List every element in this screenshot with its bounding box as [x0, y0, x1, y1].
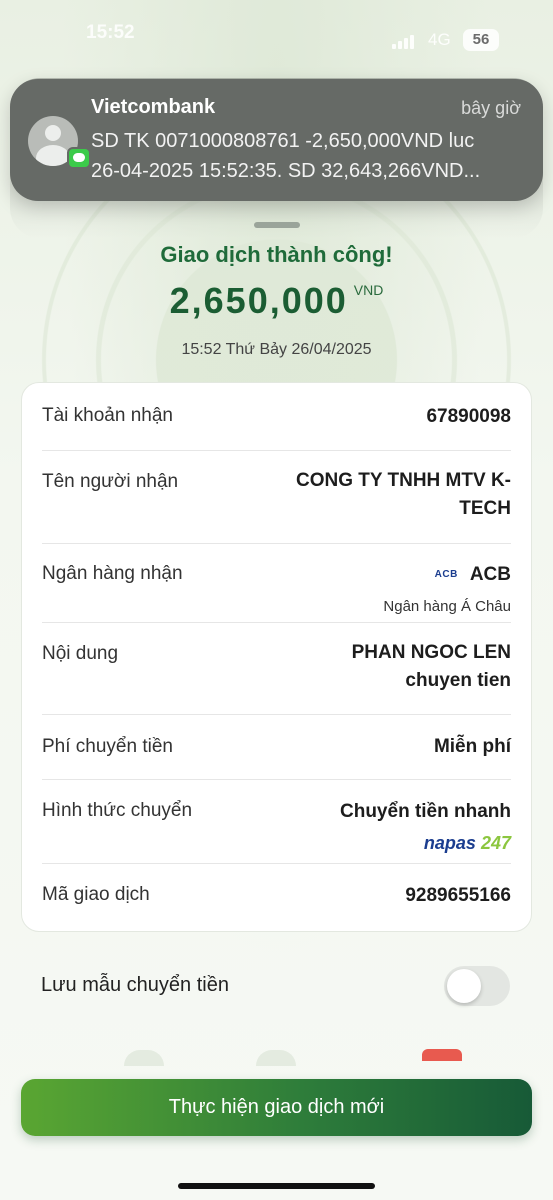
battery-icon: 56	[463, 29, 499, 51]
content-label: Nội dung	[42, 643, 119, 664]
content-line-1: PHAN NGOC LEN	[351, 642, 511, 663]
content-value: PHAN NGOC LEN chuyen tien	[352, 639, 511, 695]
amount-currency: VND	[353, 282, 384, 298]
signal-icon	[392, 33, 416, 49]
new-transaction-button[interactable]: Thực hiện giao dịch mới	[21, 1079, 532, 1136]
transaction-id-label: Mã giao dịch	[42, 884, 150, 905]
napas-logo-num: 247	[480, 833, 511, 853]
save-template-label: Lưu mẫu chuyển tiền	[41, 974, 229, 996]
row-recipient: Tên người nhận CONG TY TNHH MTV K- TECH	[42, 451, 511, 544]
notification-title: Vietcombank	[91, 96, 216, 118]
amount-value: 2,650,000	[169, 280, 348, 321]
sheet-handle[interactable]	[254, 222, 300, 228]
notification-line-2: 26-04-2025 15:52:35. SD 32,643,266VND...	[91, 160, 481, 182]
row-content: Nội dung PHAN NGOC LEN chuyen tien	[42, 623, 511, 715]
status-bar: 15:52 4G 56	[0, 0, 553, 70]
row-bank: Ngân hàng nhận ACB ACB Ngân hàng Á Châu	[42, 544, 511, 623]
row-account: Tài khoản nhận 67890098	[42, 383, 511, 451]
content-line-2: chuyen tien	[405, 670, 511, 691]
fee-value: Miễn phí	[433, 736, 511, 757]
row-transaction-id: Mã giao dịch 9289655166	[42, 864, 511, 932]
account-label: Tài khoản nhận	[42, 405, 173, 426]
notification-line-1: SD TK 0071000808761 -2,650,000VND luc	[91, 130, 475, 152]
notification-time: bây giờ	[461, 98, 521, 118]
transaction-datetime: 15:52 Thứ Bảy 26/04/2025	[181, 341, 372, 358]
recipient-line-1: CONG TY TNHH MTV K-	[296, 470, 511, 491]
transaction-id-value: 9289655166	[405, 885, 511, 906]
bank-label: Ngân hàng nhận	[42, 563, 183, 584]
method-label: Hình thức chuyển	[42, 800, 193, 821]
bank-fullname: Ngân hàng Á Châu	[383, 598, 511, 615]
bank-value: ACB	[469, 564, 511, 585]
acb-logo-icon: ACB	[434, 569, 458, 580]
method-value: Chuyển tiền nhanh	[340, 801, 511, 822]
notification-body: SD TK 0071000808761 -2,650,000VND luc 26…	[91, 126, 521, 186]
bank-value-wrap: ACB ACB	[435, 561, 511, 589]
messages-app-icon	[67, 147, 91, 169]
recipient-value: CONG TY TNHH MTV K- TECH	[296, 467, 511, 523]
amount-row: 2,650,000 VND	[0, 280, 553, 322]
notification-banner[interactable]: Vietcombank bây giờ SD TK 0071000808761 …	[10, 79, 543, 201]
row-fee: Phí chuyển tiền Miễn phí	[42, 715, 511, 780]
network-type: 4G	[428, 30, 451, 49]
account-value: 67890098	[426, 406, 511, 427]
napas-logo-text: napas	[423, 833, 476, 853]
status-time: 15:52	[86, 22, 135, 43]
fee-label: Phí chuyển tiền	[42, 736, 173, 757]
row-method: Hình thức chuyển Chuyển tiền nhanh napas…	[42, 780, 511, 864]
transaction-details-card: Tài khoản nhận 67890098 Tên người nhận C…	[21, 382, 532, 932]
save-template-toggle[interactable]	[444, 966, 510, 1006]
home-indicator[interactable]	[178, 1183, 375, 1189]
recipient-label: Tên người nhận	[42, 471, 179, 492]
new-badge	[422, 1049, 462, 1061]
toggle-knob	[447, 969, 481, 1003]
success-title: Giao dịch thành công!	[160, 242, 393, 267]
napas247-logo-icon: napas 247	[424, 833, 511, 854]
recipient-line-2: TECH	[459, 498, 511, 519]
